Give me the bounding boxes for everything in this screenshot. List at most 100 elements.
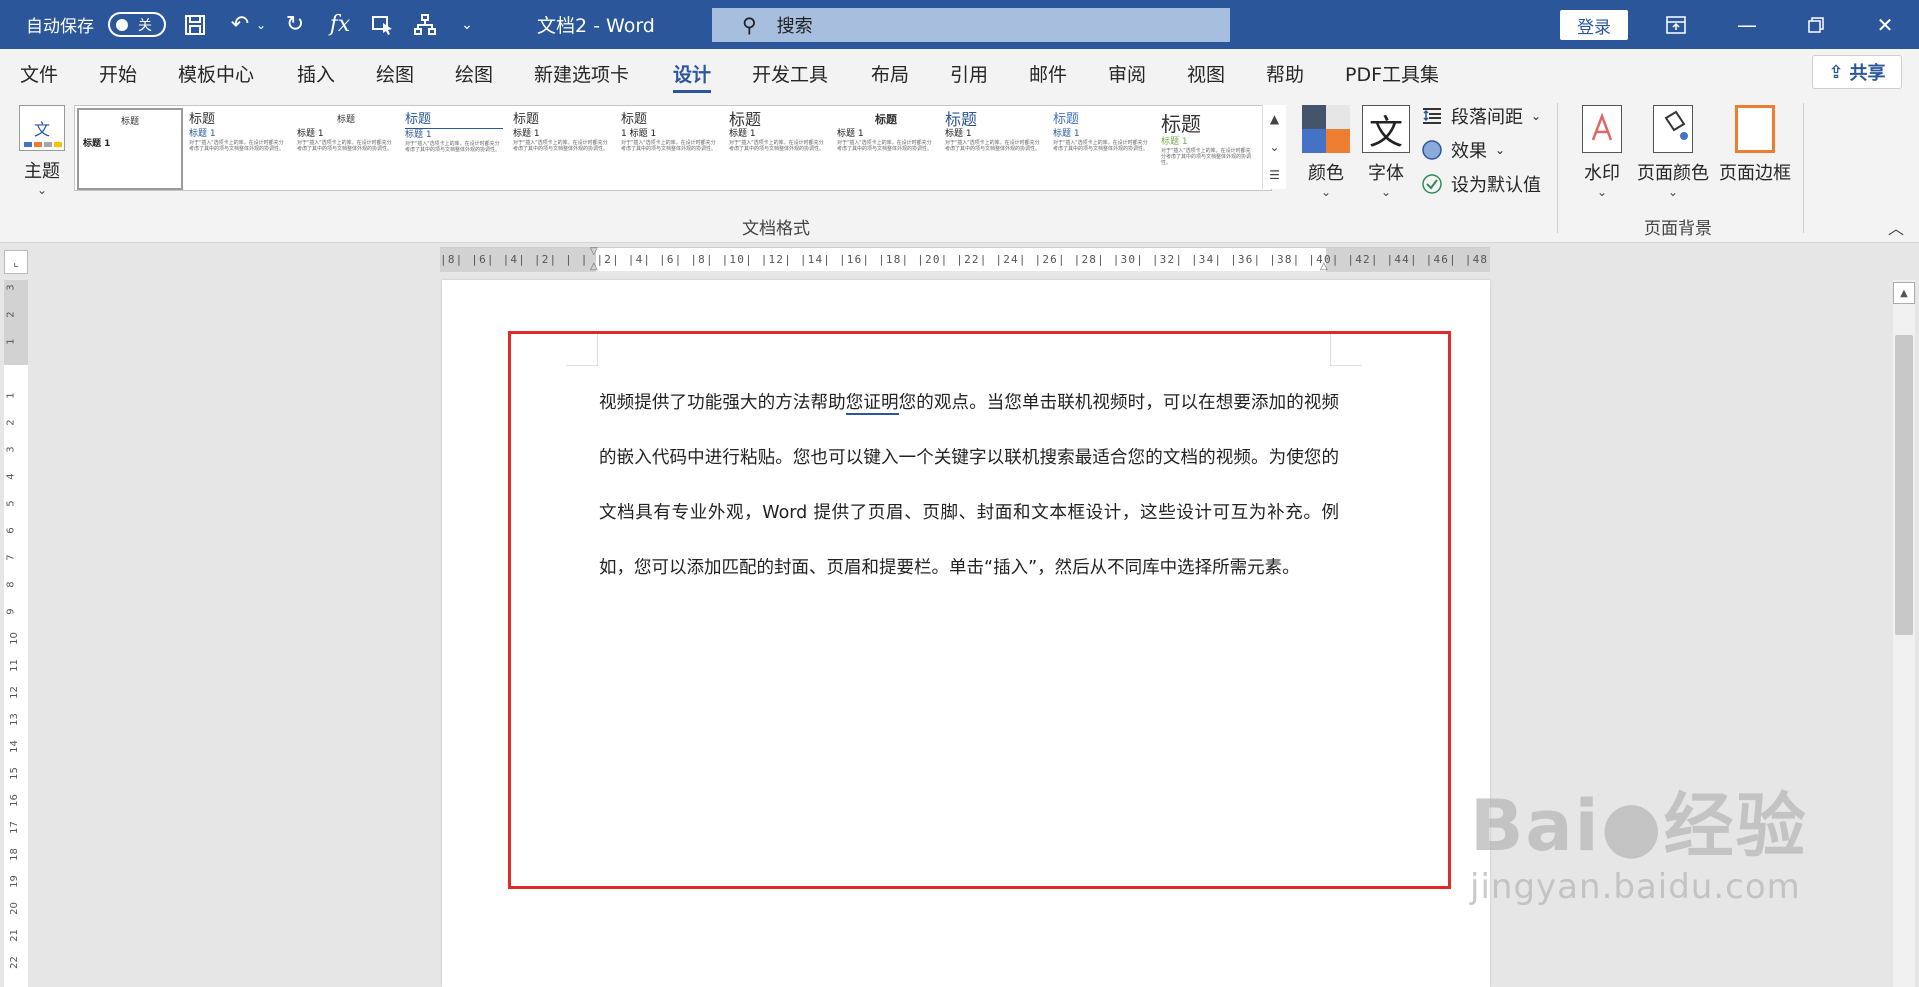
undo-dropdown-icon[interactable]: ⌄ bbox=[253, 0, 269, 49]
theme-button[interactable]: 文 主题 ⌄ bbox=[16, 105, 68, 197]
scroll-thumb[interactable] bbox=[1895, 335, 1913, 635]
tab-selector-icon[interactable]: ⌞ bbox=[4, 250, 28, 274]
gallery-item[interactable]: 标题 标题 1 对于"插入"选项卡上的库，在设计时都充分考虑了其中的项与文档整体… bbox=[185, 108, 291, 190]
gallery-item[interactable]: 标题 标题 1 对于"插入"选项卡上的库，在设计时都充分考虑了其中的项与文档整体… bbox=[833, 108, 939, 190]
watermark-label: 水印 bbox=[1584, 163, 1620, 184]
watermark-icon bbox=[1582, 105, 1622, 153]
document-title: 文档2 - Word bbox=[537, 15, 655, 37]
minimize-icon[interactable]: — bbox=[1717, 0, 1777, 49]
gallery-subheading: 标题 1 bbox=[945, 129, 972, 139]
tab-template-center[interactable]: 模板中心 bbox=[178, 49, 254, 97]
tab-mailings[interactable]: 邮件 bbox=[1029, 49, 1067, 97]
paragraph-spacing-label: 段落间距 bbox=[1451, 107, 1523, 128]
gallery-item[interactable]: 标题 标题 1 对于"插入"选项卡上的库，在设计时都充分考虑了其中的项与文档整体… bbox=[941, 108, 1047, 190]
title-bar: 自动保存 关 ↶ ⌄ ↻ fx ⌄ 文档2 - Word ⚲ 搜索 登录 — ✕ bbox=[0, 0, 1919, 49]
tab-view[interactable]: 视图 bbox=[1187, 49, 1225, 97]
vertical-scrollbar[interactable]: ▲ bbox=[1893, 280, 1915, 987]
fonts-button[interactable]: 文 字体 ⌄ bbox=[1360, 105, 1412, 199]
gallery-item[interactable]: 标题 标题 1 对于"插入"选项卡上的库，在设计时都充分考虑了其中的项与文档整体… bbox=[725, 108, 831, 190]
paragraph-spacing-button[interactable]: 段落间距 ⌄ bbox=[1421, 101, 1541, 131]
restore-icon[interactable] bbox=[1786, 0, 1846, 49]
gallery-item[interactable]: 标题 1 标题 1 对于"插入"选项卡上的库，在设计时都充分考虑了其中的项与文档… bbox=[617, 108, 723, 190]
page-color-label: 页面颜色 bbox=[1637, 163, 1709, 184]
ribbon-display-icon[interactable] bbox=[1646, 0, 1706, 49]
page-background-group-label: 页面背景 bbox=[1644, 219, 1712, 239]
page-border-button[interactable]: 页面边框 bbox=[1714, 105, 1796, 185]
tab-home[interactable]: 开始 bbox=[99, 49, 137, 97]
vertical-ruler-number: 5 bbox=[5, 500, 17, 507]
gallery-body: 对于"插入"选项卡上的库，在设计时都充分考虑了其中的项与文档整体外观的协调性。 bbox=[1053, 140, 1149, 152]
flowchart-icon[interactable] bbox=[410, 0, 440, 49]
effects-label: 效果 bbox=[1451, 141, 1487, 162]
function-icon[interactable]: fx bbox=[325, 0, 355, 49]
gallery-item[interactable]: 标题 标题 1 对于"插入"选项卡上的库，在设计时都充分考虑了其中的项与文档整体… bbox=[293, 108, 399, 190]
gallery-body: 对于"插入"选项卡上的库，在设计时都充分考虑了其中的项与文档整体外观的协调性。 bbox=[729, 140, 825, 152]
vertical-ruler-number: 22 bbox=[8, 956, 20, 969]
share-label: 共享 bbox=[1849, 63, 1886, 84]
gallery-item[interactable]: 标题 标题 1 bbox=[77, 108, 183, 190]
gallery-item[interactable]: 标题 标题 1 对于"插入"选项卡上的库，在设计时都充分考虑了其中的项与文档整体… bbox=[1157, 108, 1257, 190]
vertical-ruler-number: 8 bbox=[5, 581, 17, 588]
left-indent-marker[interactable]: △ bbox=[590, 261, 598, 272]
tab-draw-1[interactable]: 绘图 bbox=[376, 49, 414, 97]
redo-icon[interactable]: ↻ bbox=[280, 0, 310, 49]
select-icon[interactable] bbox=[368, 0, 398, 49]
gallery-heading: 标题 bbox=[513, 112, 540, 127]
horizontal-ruler[interactable]: |8| |6| |4| |2| | | |2| |4| |6| |8| |10|… bbox=[440, 246, 1490, 272]
set-default-button[interactable]: 设为默认值 bbox=[1421, 169, 1541, 199]
search-icon: ⚲ bbox=[742, 13, 757, 37]
tab-pdf-tools[interactable]: PDF工具集 bbox=[1345, 49, 1439, 97]
tab-insert[interactable]: 插入 bbox=[297, 49, 335, 97]
close-icon[interactable]: ✕ bbox=[1855, 0, 1915, 49]
tab-review[interactable]: 审阅 bbox=[1108, 49, 1146, 97]
gallery-body: 对于"插入"选项卡上的库，在设计时都充分考虑了其中的项与文档整体外观的协调性。 bbox=[297, 140, 393, 152]
tab-new-tab[interactable]: 新建选项卡 bbox=[534, 49, 629, 97]
tab-draw-2[interactable]: 绘图 bbox=[455, 49, 493, 97]
vertical-ruler-number: 18 bbox=[8, 848, 20, 861]
top-margin-area bbox=[4, 280, 28, 365]
doc-format-group-label: 文档格式 bbox=[742, 219, 810, 239]
gallery-item[interactable]: 标题 标题 1 对于"插入"选项卡上的库，在设计时都充分考虑了其中的项与文档整体… bbox=[401, 108, 507, 190]
login-button[interactable]: 登录 bbox=[1560, 10, 1628, 40]
tab-layout[interactable]: 布局 bbox=[871, 49, 909, 97]
watermark-button[interactable]: 水印 ⌄ bbox=[1572, 105, 1632, 199]
page-color-button[interactable]: 页面颜色 ⌄ bbox=[1632, 105, 1714, 199]
highlight-annotation-box bbox=[508, 331, 1451, 889]
scroll-up-icon[interactable]: ▲ bbox=[1893, 282, 1915, 304]
tab-references[interactable]: 引用 bbox=[950, 49, 988, 97]
save-icon[interactable] bbox=[180, 0, 210, 49]
vertical-ruler-number: 9 bbox=[5, 608, 17, 615]
effects-icon bbox=[1422, 140, 1442, 160]
undo-icon[interactable]: ↶ bbox=[225, 0, 255, 49]
gallery-scroll-up-icon[interactable]: ▲ bbox=[1262, 105, 1286, 133]
vertical-ruler[interactable]: 3 2 1 1 2 3 4 5 6 7 8 9 10 11 12 13 14 15 16 17 18 19 20 21 22 bbox=[4, 280, 28, 987]
gallery-subheading: 标题 1 bbox=[837, 129, 864, 139]
autosave-toggle[interactable]: 关 bbox=[108, 12, 166, 37]
colors-button[interactable]: 颜色 ⌄ bbox=[1296, 105, 1356, 199]
vertical-ruler-number: 4 bbox=[5, 473, 17, 480]
tab-design[interactable]: 设计 bbox=[673, 49, 712, 97]
first-line-indent-marker[interactable]: ▽ bbox=[590, 246, 598, 257]
collapse-ribbon-icon[interactable]: ︿ bbox=[1888, 215, 1904, 239]
gallery-item[interactable]: 标题 标题 1 对于"插入"选项卡上的库，在设计时都充分考虑了其中的项与文档整体… bbox=[509, 108, 615, 190]
gallery-item[interactable]: 标题 标题 1 对于"插入"选项卡上的库，在设计时都充分考虑了其中的项与文档整体… bbox=[1049, 108, 1155, 190]
swatch-2 bbox=[34, 142, 42, 147]
vertical-ruler-number: 6 bbox=[5, 527, 17, 534]
vertical-ruler-number: 15 bbox=[8, 767, 20, 780]
effects-button[interactable]: 效果 ⌄ bbox=[1421, 135, 1505, 165]
gallery-more-icon[interactable]: ☰ bbox=[1262, 161, 1286, 189]
gallery-scroll-down-icon[interactable]: ⌄ bbox=[1262, 133, 1286, 161]
paragraph-spacing-icon bbox=[1423, 108, 1441, 124]
right-indent-marker[interactable]: △ bbox=[1320, 261, 1328, 272]
customize-icon[interactable]: ⌄ bbox=[452, 0, 482, 49]
share-button[interactable]: ⇪ 共享 bbox=[1812, 55, 1902, 89]
tab-file[interactable]: 文件 bbox=[20, 49, 58, 97]
theme-icon: 文 bbox=[19, 105, 65, 151]
search-box[interactable]: ⚲ 搜索 bbox=[712, 8, 1230, 42]
tab-developer[interactable]: 开发工具 bbox=[752, 49, 828, 97]
vertical-ruler-number: 19 bbox=[8, 875, 20, 888]
vertical-ruler-number: 13 bbox=[8, 713, 20, 726]
page-border-label: 页面边框 bbox=[1719, 163, 1791, 184]
tab-help[interactable]: 帮助 bbox=[1266, 49, 1304, 97]
watermark-logo: Bai●经验 bbox=[1470, 785, 1808, 867]
